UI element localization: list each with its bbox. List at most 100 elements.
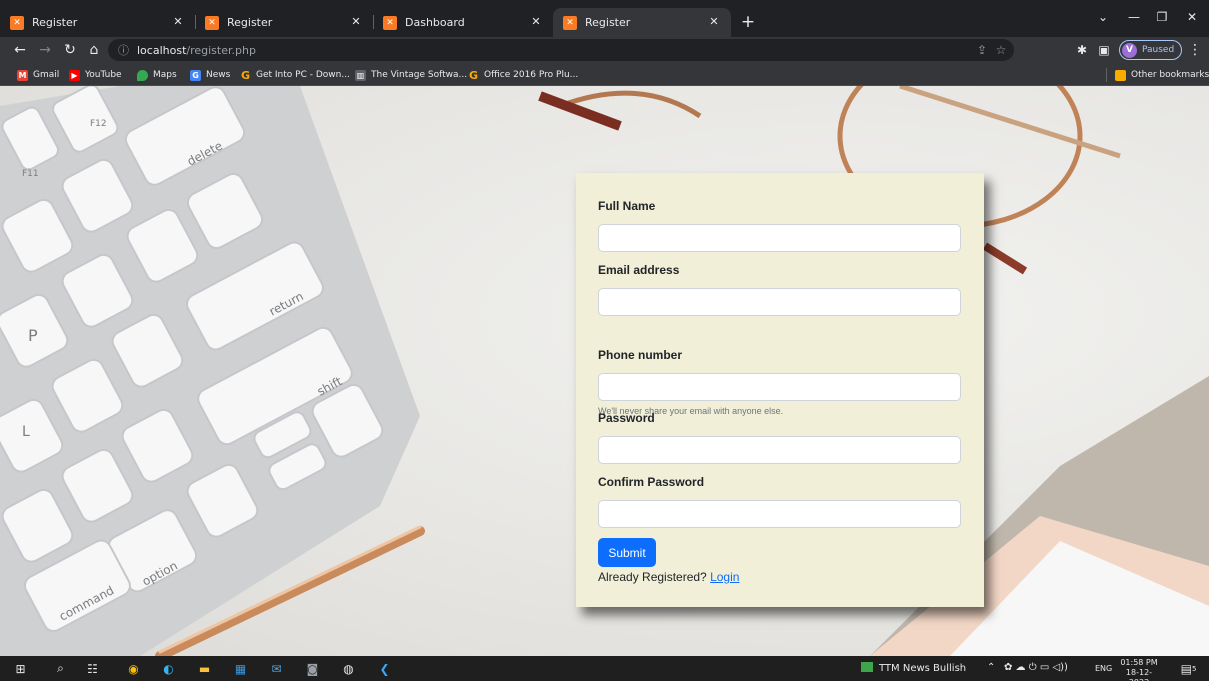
- avatar: V: [1122, 42, 1137, 58]
- svg-text:P: P: [28, 326, 38, 345]
- tab-search-icon[interactable]: ⌄: [1093, 10, 1113, 24]
- email-input[interactable]: [598, 288, 961, 316]
- reload-icon[interactable]: ↻: [60, 40, 80, 60]
- bookmarks-bar: M Gmail ▶ YouTube Maps G News G Get Into PC …: [0, 63, 1209, 86]
- news-icon: G: [190, 69, 201, 81]
- full-name-input[interactable]: [598, 224, 961, 252]
- bookmark-label: The Vintage Softwa...: [371, 70, 468, 80]
- close-tab-icon[interactable]: ✕: [171, 15, 185, 28]
- file-explorer-icon[interactable]: ▬: [196, 660, 213, 677]
- site-info-icon[interactable]: ⓘ: [118, 42, 129, 58]
- maps-icon: [137, 69, 148, 81]
- bookmark-news[interactable]: G News: [190, 67, 230, 83]
- close-tab-icon[interactable]: ✕: [349, 15, 363, 28]
- password-label: Password: [598, 411, 655, 425]
- register-form: Full Name Email address We'll never shar…: [576, 173, 984, 607]
- xampp-icon: ✕: [383, 15, 397, 30]
- profile-paused-button[interactable]: V Paused: [1119, 40, 1182, 60]
- home-icon[interactable]: ⌂: [84, 40, 104, 60]
- bookmarks-separator: [1106, 68, 1107, 82]
- extensions-puzzle-icon[interactable]: ✱: [1073, 40, 1091, 60]
- back-arrow-icon[interactable]: ←: [10, 40, 30, 60]
- news-widget[interactable]: TTM News Bullish: [861, 662, 966, 674]
- confirm-password-input[interactable]: [598, 500, 961, 528]
- full-name-label: Full Name: [598, 199, 656, 213]
- xampp-icon: ✕: [563, 15, 577, 30]
- tab-strip: ✕ Register ✕ ✕ Register ✕ ✕ Dashboard ✕ …: [0, 0, 1209, 37]
- profile-status: Paused: [1142, 45, 1175, 55]
- gmail-icon: M: [17, 69, 28, 81]
- tray-status-icons[interactable]: ✿ ☁ ⏻ ▭ ◁)): [1004, 662, 1068, 673]
- svg-text:F12: F12: [90, 119, 107, 129]
- bookmark-label: Office 2016 Pro Plu...: [484, 70, 579, 80]
- language-indicator[interactable]: ENG: [1095, 664, 1112, 673]
- email-label: Email address: [598, 263, 680, 277]
- glasses-arm: [899, 86, 1121, 159]
- already-registered-text: Already Registered? Login: [598, 570, 739, 584]
- tab-title: Register: [585, 16, 631, 29]
- chrome-icon[interactable]: ◉: [125, 660, 142, 677]
- forward-arrow-icon[interactable]: →: [35, 40, 55, 60]
- bookmark-label: Get Into PC - Down...: [256, 70, 350, 80]
- phone-input[interactable]: [598, 373, 961, 401]
- url-path: /register.php: [186, 43, 256, 57]
- phone-group: Phone number: [598, 348, 961, 401]
- browser-menu-icon[interactable]: ⋮: [1188, 40, 1202, 60]
- side-panel-icon[interactable]: ▣: [1095, 40, 1113, 60]
- tab-dashboard[interactable]: ✕ Dashboard ✕: [373, 8, 553, 37]
- tab-register-2[interactable]: ✕ Register ✕: [195, 8, 373, 37]
- vscode-icon[interactable]: ❮: [376, 660, 393, 677]
- xampp-icon: ✕: [205, 15, 219, 30]
- phone-label: Phone number: [598, 348, 683, 362]
- xampp-icon: ✕: [10, 15, 24, 30]
- close-window-icon[interactable]: ✕: [1182, 10, 1202, 24]
- task-view-icon[interactable]: ☷: [84, 660, 101, 677]
- restore-icon[interactable]: ❐: [1152, 10, 1172, 24]
- tab-register-active[interactable]: ✕ Register ✕: [553, 8, 731, 37]
- url-host: localhost: [137, 43, 187, 57]
- confirm-password-label: Confirm Password: [598, 475, 705, 489]
- email-group: Email address: [598, 263, 961, 316]
- bookmark-maps[interactable]: Maps: [137, 67, 177, 83]
- bookmark-label: News: [206, 70, 231, 80]
- bookmark-youtube[interactable]: ▶ YouTube: [69, 67, 122, 83]
- store-icon[interactable]: ▦: [232, 660, 249, 677]
- password-input[interactable]: [598, 436, 961, 464]
- edge-icon[interactable]: ◐: [160, 660, 177, 677]
- svg-text:F11: F11: [22, 169, 39, 179]
- windows-start-icon[interactable]: ⊞: [12, 660, 29, 677]
- bookmark-label: Maps: [153, 70, 177, 80]
- folder-icon: [1115, 69, 1126, 81]
- svg-text:L: L: [22, 424, 30, 440]
- bookmark-getintopc[interactable]: G Get Into PC - Down...: [240, 67, 350, 83]
- address-bar[interactable]: ⓘ localhost/register.php: [108, 39, 1014, 61]
- bookmark-office[interactable]: G Office 2016 Pro Plu...: [468, 67, 578, 83]
- close-tab-icon[interactable]: ✕: [707, 15, 721, 28]
- chrome-profile-icon[interactable]: ◍: [340, 660, 357, 677]
- getintopc-icon: G: [240, 68, 251, 82]
- vintage-software-icon: ▥: [355, 69, 366, 81]
- windows-taskbar: ⊞ ⌕ ☷ ◉ ◐ ▬ ▦ ✉ ◙ ◍ ❮ TTM News Bullish ⌃…: [0, 656, 1209, 681]
- news-text: TTM News Bullish: [879, 663, 967, 674]
- login-link[interactable]: Login: [710, 570, 739, 584]
- browser-toolbar: ← → ↻ ⌂ ⓘ localhost/register.php ⇪ ☆ ✱ ▣…: [0, 37, 1209, 63]
- other-bookmarks[interactable]: Other bookmarks: [1115, 67, 1209, 83]
- bookmark-vintage-software[interactable]: ▥ The Vintage Softwa...: [355, 67, 467, 83]
- bookmark-star-icon[interactable]: ☆: [992, 40, 1010, 60]
- minimize-icon[interactable]: —: [1124, 10, 1144, 24]
- search-icon[interactable]: ⌕: [52, 660, 69, 677]
- close-tab-icon[interactable]: ✕: [529, 15, 543, 28]
- new-tab-button[interactable]: +: [738, 12, 758, 32]
- bookmark-label: YouTube: [85, 70, 122, 80]
- share-icon[interactable]: ⇪: [973, 40, 991, 60]
- camera-icon[interactable]: ◙: [304, 660, 321, 677]
- notifications-icon[interactable]: ▤ 5: [1180, 660, 1197, 677]
- show-hidden-icons[interactable]: ⌃: [987, 662, 995, 673]
- system-clock[interactable]: 01:58 PM 18-12-2022: [1117, 658, 1161, 681]
- submit-button[interactable]: Submit: [598, 538, 656, 567]
- bookmark-label: Other bookmarks: [1131, 70, 1209, 80]
- tab-register-1[interactable]: ✕ Register ✕: [0, 8, 195, 37]
- clock-time: 01:58 PM: [1120, 658, 1158, 667]
- bookmark-gmail[interactable]: M Gmail: [17, 67, 59, 83]
- mail-icon[interactable]: ✉: [268, 660, 285, 677]
